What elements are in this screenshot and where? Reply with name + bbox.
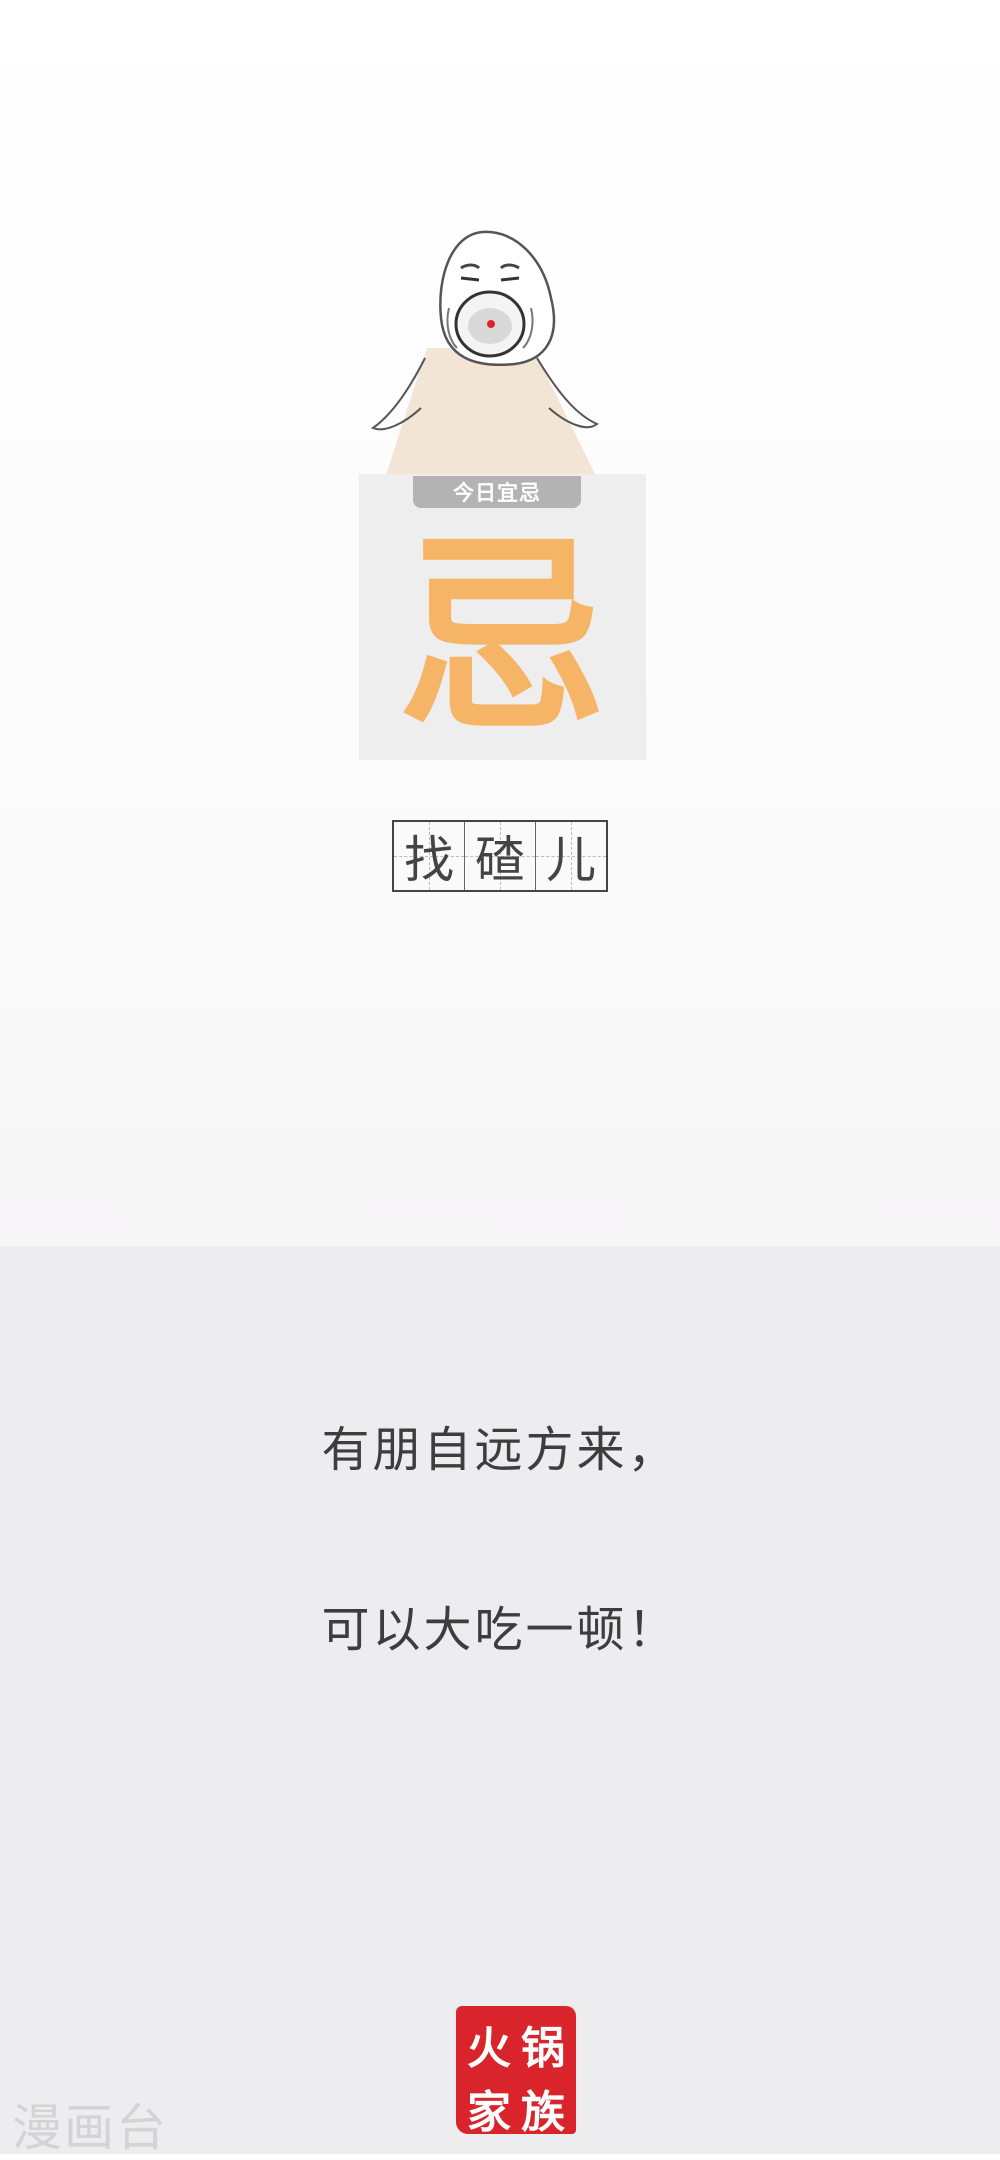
seal-char: 火 [467, 2023, 511, 2074]
grid-char: 儿 [546, 831, 596, 889]
message-line-1: 有朋自远方来， [321, 1422, 679, 1478]
grid-cell: 找 [394, 822, 465, 890]
grid-char: 碴 [475, 831, 525, 889]
message-line-2: 可以大吃一顿！ [321, 1602, 679, 1658]
seal-char: 锅 [521, 2023, 565, 2074]
seal-char: 族 [521, 2087, 565, 2138]
zigzag-divider [0, 1246, 1000, 1270]
grid-cell: 儿 [536, 822, 606, 890]
grid-cell: 碴 [465, 822, 536, 890]
crying-character-illustration [370, 230, 599, 478]
hotpot-family-seal-logo: 火 锅 家 族 [456, 2006, 576, 2138]
watermark: 漫画台 [12, 2099, 168, 2157]
grid-char: 找 [404, 831, 454, 889]
seal-char: 家 [467, 2087, 511, 2138]
character-grid: 找 碴 儿 [392, 820, 608, 892]
daily-almanac-card: 今日宜忌 忌 [359, 474, 646, 760]
card-tab-label: 今日宜忌 [413, 476, 581, 508]
card-main-character: 忌 [397, 515, 608, 760]
